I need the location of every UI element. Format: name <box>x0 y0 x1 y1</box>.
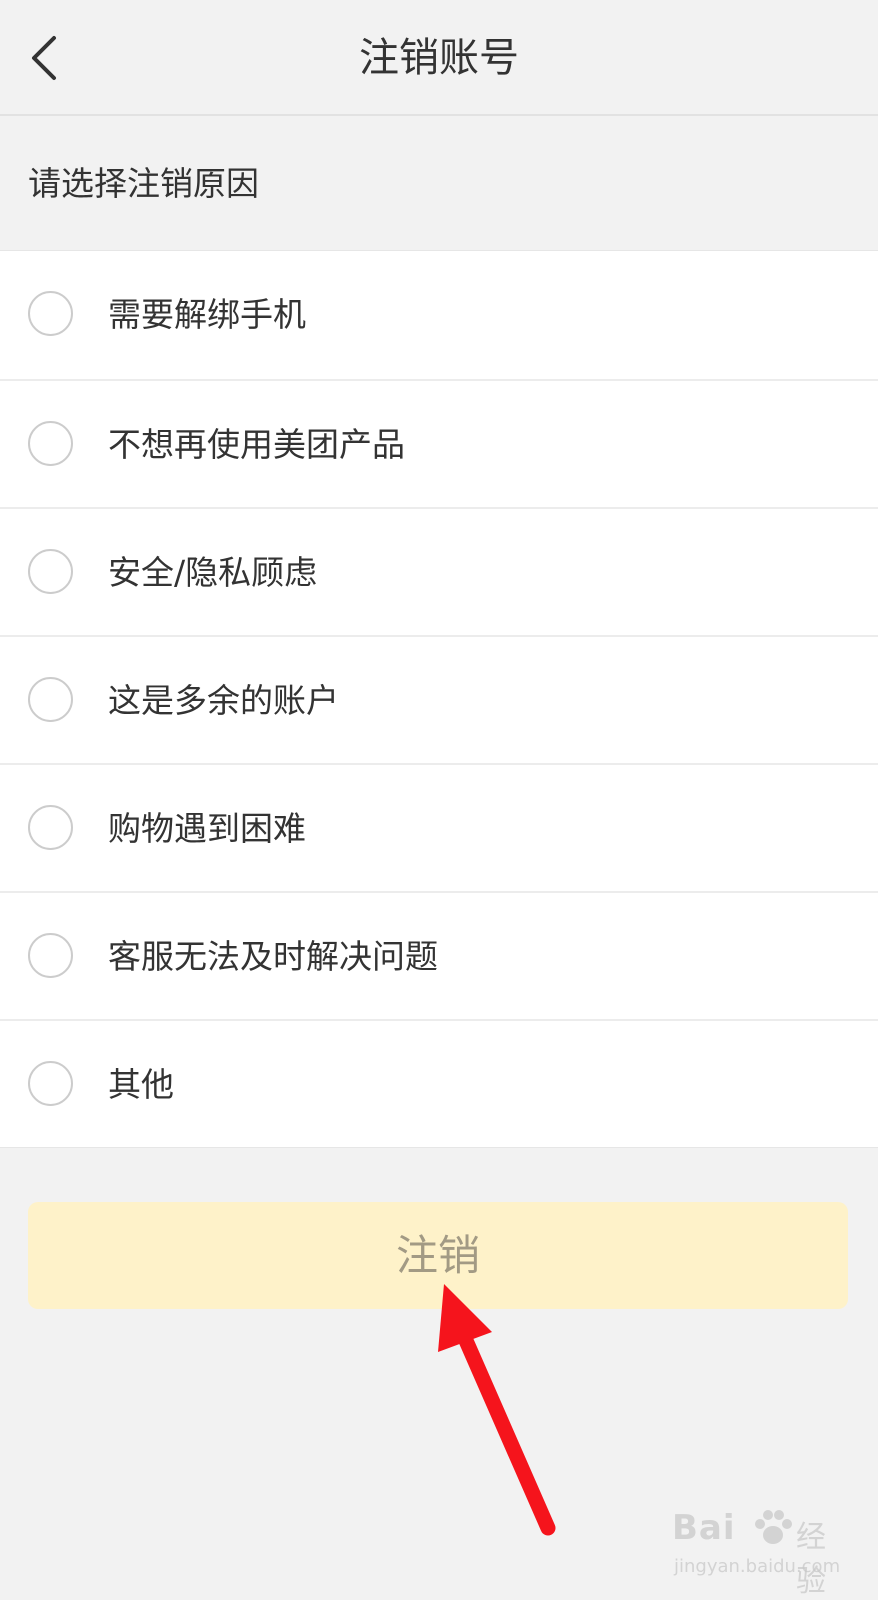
radio-button[interactable] <box>28 549 73 594</box>
reason-option-label: 安全/隐私顾虑 <box>108 553 318 592</box>
page-title: 注销账号 <box>359 35 519 81</box>
reason-option[interactable]: 其他 <box>0 1019 878 1147</box>
reason-option[interactable]: 安全/隐私顾虑 <box>0 507 878 635</box>
baidu-jingyan-watermark: Bai 经验 jingyan.baidu.com <box>672 1508 852 1599</box>
radio-button[interactable] <box>28 1061 73 1106</box>
reason-option[interactable]: 这是多余的账户 <box>0 635 878 763</box>
reason-options-list: 需要解绑手机 不想再使用美团产品 安全/隐私顾虑 这是多余的账户 购物遇到困难 … <box>0 250 878 1148</box>
reason-option-label: 不想再使用美团产品 <box>108 425 405 464</box>
radio-button[interactable] <box>28 933 73 978</box>
radio-button[interactable] <box>28 291 73 336</box>
reason-option-label: 客服无法及时解决问题 <box>108 937 438 976</box>
red-arrow-annotation <box>438 1284 556 1536</box>
reason-option[interactable]: 需要解绑手机 <box>0 251 878 379</box>
section-heading: 请选择注销原因 <box>28 164 259 203</box>
watermark-brand: Bai <box>672 1508 736 1548</box>
radio-button[interactable] <box>28 677 73 722</box>
reason-option[interactable]: 购物遇到困难 <box>0 763 878 891</box>
top-navigation-bar: 注销账号 <box>0 0 878 116</box>
reason-option-label: 购物遇到困难 <box>108 809 306 848</box>
reason-option[interactable]: 不想再使用美团产品 <box>0 379 878 507</box>
reason-option-label: 其他 <box>108 1065 174 1104</box>
reason-option[interactable]: 客服无法及时解决问题 <box>0 891 878 1019</box>
radio-button[interactable] <box>28 421 73 466</box>
reason-option-label: 需要解绑手机 <box>108 295 306 334</box>
paw-icon <box>755 1510 792 1544</box>
radio-button[interactable] <box>28 805 73 850</box>
reason-option-label: 这是多余的账户 <box>108 681 339 720</box>
watermark-url: jingyan.baidu.com <box>674 1556 841 1577</box>
